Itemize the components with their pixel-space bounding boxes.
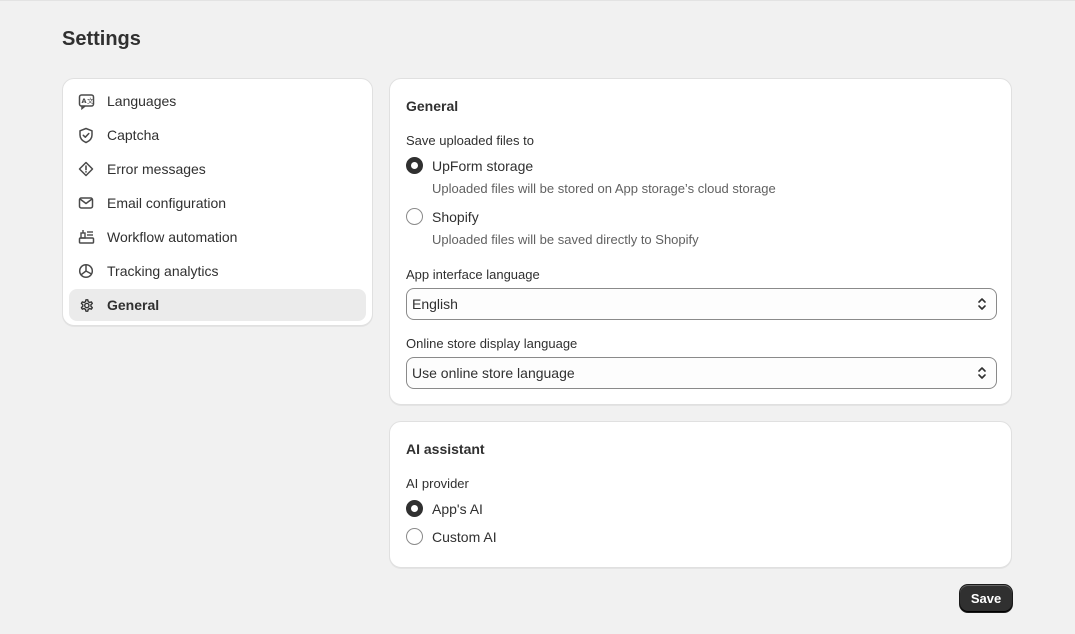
sidebar-item-languages[interactable]: A文 Languages (69, 85, 366, 117)
radio-upform-storage[interactable]: UpForm storage (406, 157, 995, 174)
radio-apps-ai[interactable]: App's AI (406, 500, 995, 517)
general-settings-card: General Save uploaded files to UpForm st… (389, 78, 1012, 405)
analytics-pie-icon (77, 262, 95, 280)
storage-label: Save uploaded files to (406, 133, 534, 148)
settings-sidebar: A文 Languages Captcha Error messages Emai… (62, 78, 373, 326)
interface-language-select[interactable]: English (406, 288, 997, 320)
radio-button[interactable] (406, 208, 423, 225)
language-icon: A文 (77, 92, 95, 110)
workflow-icon (77, 228, 95, 246)
svg-text:文: 文 (87, 96, 94, 105)
store-language-label: Online store display language (406, 336, 578, 351)
radio-label: Custom AI (432, 528, 497, 545)
radio-label: App's AI (432, 500, 483, 517)
sidebar-item-email-configuration[interactable]: Email configuration (69, 187, 366, 219)
sidebar-item-label: Captcha (107, 127, 160, 143)
alert-diamond-icon (77, 160, 95, 178)
sidebar-item-error-messages[interactable]: Error messages (69, 153, 366, 185)
ai-assistant-card: AI assistant AI provider App's AI Custom… (389, 421, 1012, 568)
radio-label: Shopify (432, 208, 479, 225)
sidebar-item-label: Languages (107, 93, 177, 109)
sidebar-item-tracking-analytics[interactable]: Tracking analytics (69, 255, 366, 287)
sidebar-item-label: Tracking analytics (107, 263, 219, 279)
sidebar-item-label: General (107, 297, 160, 313)
shield-check-icon (77, 126, 95, 144)
save-button[interactable]: Save (960, 585, 1012, 612)
radio-help-text: Uploaded files will be saved directly to… (432, 232, 699, 247)
sidebar-item-workflow-automation[interactable]: Workflow automation (69, 221, 366, 253)
ai-provider-label: AI provider (406, 476, 469, 491)
interface-language-label: App interface language (406, 267, 540, 282)
radio-shopify[interactable]: Shopify (406, 208, 995, 225)
email-icon (77, 194, 95, 212)
card-title: AI assistant (406, 441, 485, 457)
radio-label: UpForm storage (432, 157, 534, 174)
radio-button-checked[interactable] (406, 500, 423, 517)
card-title: General (406, 98, 459, 114)
sidebar-item-label: Email configuration (107, 195, 227, 211)
store-language-select[interactable]: Use online store language (406, 357, 997, 389)
select-chevron-icon (977, 366, 987, 383)
sidebar-item-captcha[interactable]: Captcha (69, 119, 366, 151)
radio-button[interactable] (406, 528, 423, 545)
sidebar-item-general[interactable]: General (69, 289, 366, 321)
radio-button-checked[interactable] (406, 157, 423, 174)
gear-icon (77, 296, 95, 314)
page-title: Settings (62, 28, 141, 50)
svg-text:A: A (81, 97, 86, 105)
sidebar-item-label: Error messages (107, 161, 206, 177)
select-value: English (412, 296, 458, 312)
radio-help-text: Uploaded files will be stored on App sto… (432, 181, 776, 196)
radio-custom-ai[interactable]: Custom AI (406, 528, 995, 545)
sidebar-item-label: Workflow automation (107, 229, 238, 245)
select-value: Use online store language (412, 365, 575, 381)
select-chevron-icon (977, 297, 987, 314)
